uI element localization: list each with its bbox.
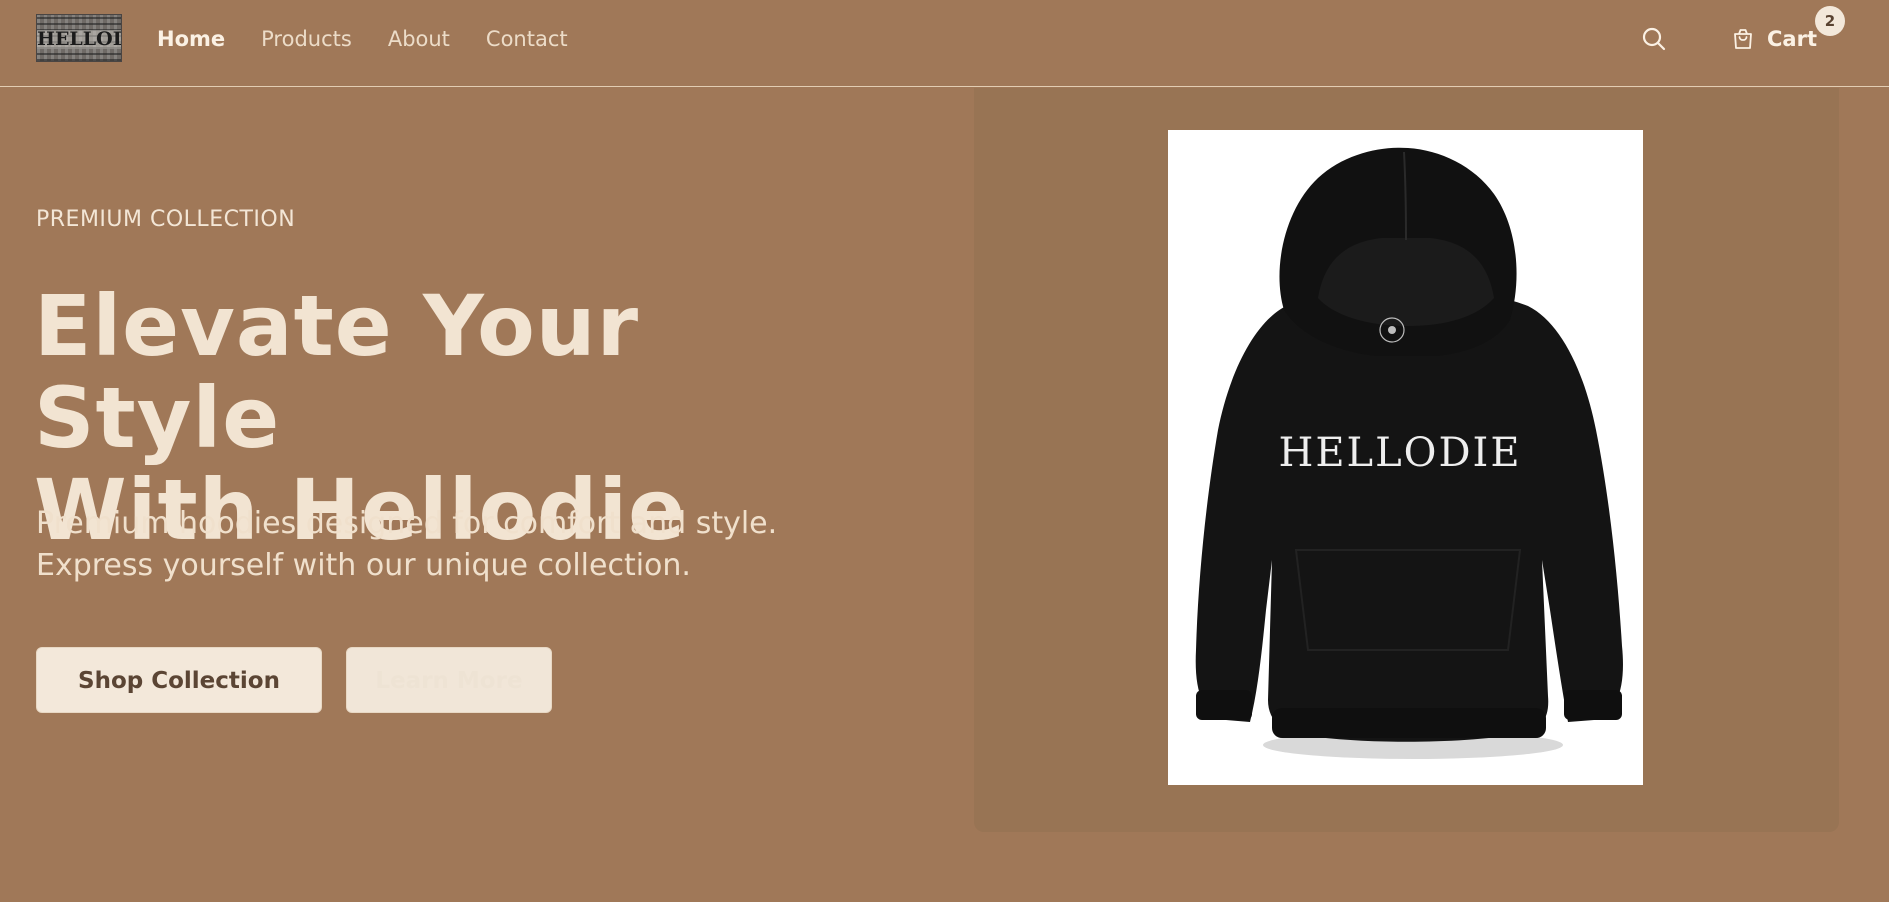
nav-link-contact[interactable]: Contact [486, 25, 568, 53]
cart-label: Cart [1767, 27, 1817, 51]
nav-link-products[interactable]: Products [261, 25, 352, 53]
brand-logo[interactable]: HELLODIE [36, 14, 122, 62]
hero-headline-line-1: Elevate Your Style [34, 277, 640, 467]
cart-count-badge: 2 [1815, 6, 1845, 36]
hero-eyebrow: PREMIUM COLLECTION [36, 207, 296, 232]
nav-link-home[interactable]: Home [157, 25, 225, 53]
hero-subtitle-line-1: Premium hoodies designed for comfort and… [36, 506, 778, 541]
search-icon [1642, 27, 1666, 51]
hero-subtitle: Premium hoodies designed for comfort and… [36, 503, 936, 587]
logo-wordmark: HELLODIE [37, 30, 121, 49]
hero-subtitle-line-2: Express yourself with our unique collect… [36, 548, 691, 583]
nav-link-about[interactable]: About [388, 25, 450, 53]
search-button[interactable] [1641, 26, 1667, 52]
hoodie-print-text: HELLODIE [1278, 430, 1521, 476]
main-nav: Home Products About Contact [157, 25, 604, 53]
site-header: HELLODIE Home Products About Contact Car… [0, 0, 1889, 87]
shopping-bag-icon [1734, 29, 1752, 49]
shop-collection-button[interactable]: Shop Collection [36, 647, 322, 713]
hoodie-illustration: HELLODIE [1195, 147, 1623, 759]
learn-more-button[interactable]: Learn More [346, 647, 552, 713]
hoodie-product-image: HELLODIE [1168, 130, 1643, 785]
cart-button[interactable]: Cart [1731, 22, 1817, 56]
